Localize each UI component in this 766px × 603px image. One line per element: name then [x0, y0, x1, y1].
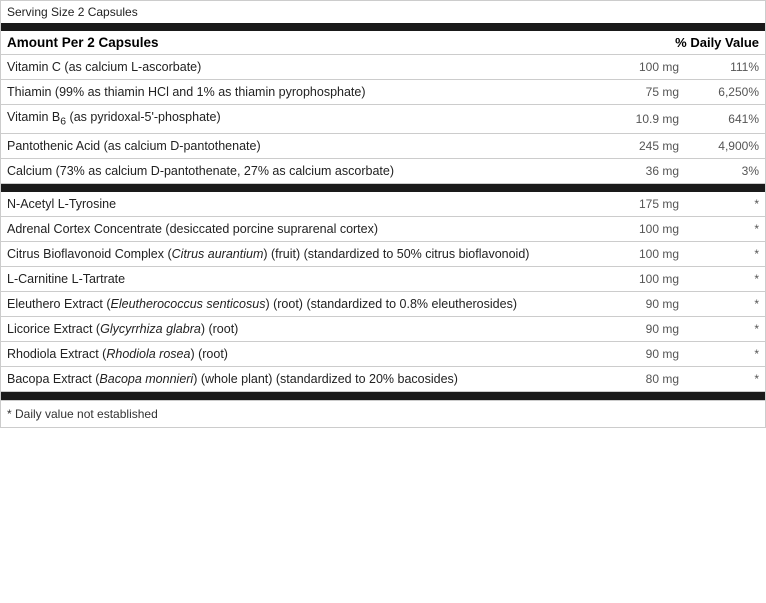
nutrient-dv: 4,900% — [689, 139, 759, 153]
nutrient-dv: 6,250% — [689, 85, 759, 99]
other-ingredients-section: N-Acetyl L-Tyrosine 175 mg * Adrenal Cor… — [1, 192, 765, 392]
nutrient-amount: 100 mg — [609, 222, 689, 236]
table-row: Calcium (73% as calcium D-pantothenate, … — [1, 159, 765, 184]
nutrient-dv: * — [689, 297, 759, 311]
table-row: Licorice Extract (Glycyrrhiza glabra) (r… — [1, 317, 765, 342]
nutrient-amount: 245 mg — [609, 139, 689, 153]
footnote: * Daily value not established — [1, 400, 765, 427]
table-row: Pantothenic Acid (as calcium D-pantothen… — [1, 134, 765, 159]
nutrient-amount: 75 mg — [609, 85, 689, 99]
nutrient-name: L-Carnitine L-Tartrate — [7, 272, 609, 286]
vitamins-section: Vitamin C (as calcium L-ascorbate) 100 m… — [1, 55, 765, 184]
nutrient-name: Vitamin B6 (as pyridoxal-5'-phosphate) — [7, 110, 609, 128]
nutrient-name: Pantothenic Acid (as calcium D-pantothen… — [7, 139, 609, 153]
nutrient-dv: * — [689, 222, 759, 236]
nutrient-dv: 641% — [689, 112, 759, 126]
nutrient-dv: * — [689, 197, 759, 211]
nutrient-dv: * — [689, 247, 759, 261]
nutrient-name: Citrus Bioflavonoid Complex (Citrus aura… — [7, 247, 609, 261]
nutrient-amount: 100 mg — [609, 247, 689, 261]
nutrient-amount: 90 mg — [609, 297, 689, 311]
table-row: Adrenal Cortex Concentrate (desiccated p… — [1, 217, 765, 242]
serving-size: Serving Size 2 Capsules — [1, 1, 765, 31]
table-row: Thiamin (99% as thiamin HCl and 1% as th… — [1, 80, 765, 105]
table-row: N-Acetyl L-Tyrosine 175 mg * — [1, 192, 765, 217]
amount-per-label: Amount Per 2 Capsules — [7, 35, 159, 50]
serving-size-text: Serving Size 2 Capsules — [7, 5, 138, 19]
nutrient-dv: * — [689, 272, 759, 286]
nutrient-amount: 175 mg — [609, 197, 689, 211]
footnote-text: * Daily value not established — [7, 407, 158, 421]
nutrient-amount: 100 mg — [609, 60, 689, 74]
table-row: Eleuthero Extract (Eleutherococcus senti… — [1, 292, 765, 317]
table-row: Rhodiola Extract (Rhodiola rosea) (root)… — [1, 342, 765, 367]
nutrient-name: Vitamin C (as calcium L-ascorbate) — [7, 60, 609, 74]
nutrient-name: Eleuthero Extract (Eleutherococcus senti… — [7, 297, 609, 311]
daily-value-label: % Daily Value — [675, 35, 759, 50]
nutrient-name: Rhodiola Extract (Rhodiola rosea) (root) — [7, 347, 609, 361]
table-row: Bacopa Extract (Bacopa monnieri) (whole … — [1, 367, 765, 392]
nutrient-amount: 90 mg — [609, 347, 689, 361]
nutrient-amount: 100 mg — [609, 272, 689, 286]
table-row: L-Carnitine L-Tartrate 100 mg * — [1, 267, 765, 292]
nutrient-dv: * — [689, 322, 759, 336]
table-row: Vitamin C (as calcium L-ascorbate) 100 m… — [1, 55, 765, 80]
table-row: Vitamin B6 (as pyridoxal-5'-phosphate) 1… — [1, 105, 765, 134]
nutrient-name: N-Acetyl L-Tyrosine — [7, 197, 609, 211]
table-row: Citrus Bioflavonoid Complex (Citrus aura… — [1, 242, 765, 267]
nutrient-dv: * — [689, 347, 759, 361]
nutrient-dv: 3% — [689, 164, 759, 178]
section-divider — [1, 184, 765, 192]
nutrient-dv: * — [689, 372, 759, 386]
nutrient-dv: 111% — [689, 60, 759, 74]
nutrition-label: Serving Size 2 Capsules Amount Per 2 Cap… — [0, 0, 766, 428]
nutrient-amount: 80 mg — [609, 372, 689, 386]
nutrient-name: Calcium (73% as calcium D-pantothenate, … — [7, 164, 609, 178]
bottom-divider — [1, 392, 765, 400]
nutrient-amount: 10.9 mg — [609, 112, 689, 126]
nutrient-name: Licorice Extract (Glycyrrhiza glabra) (r… — [7, 322, 609, 336]
nutrient-amount: 90 mg — [609, 322, 689, 336]
nutrient-name: Adrenal Cortex Concentrate (desiccated p… — [7, 222, 609, 236]
nutrient-name: Thiamin (99% as thiamin HCl and 1% as th… — [7, 85, 609, 99]
amount-header: Amount Per 2 Capsules % Daily Value — [1, 31, 765, 55]
nutrient-amount: 36 mg — [609, 164, 689, 178]
nutrient-name: Bacopa Extract (Bacopa monnieri) (whole … — [7, 372, 609, 386]
